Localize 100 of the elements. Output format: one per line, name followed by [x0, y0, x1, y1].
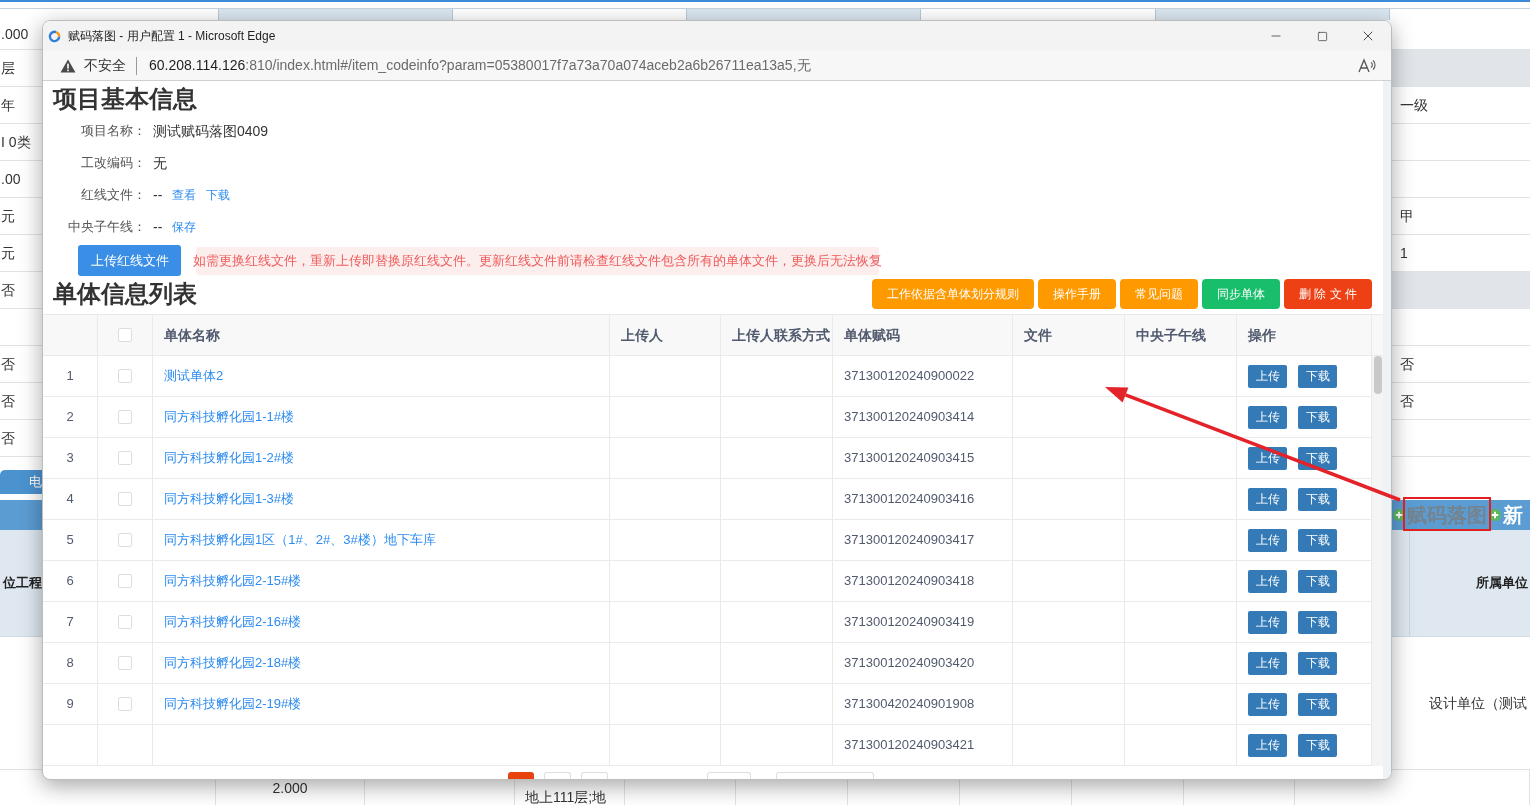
row-action-button[interactable]: 下载 [1298, 733, 1337, 757]
notice-text: 如需更换红线文件，重新上传即替换原红线文件。更新红线文件前请检查红线文件包含所有的单体文件，更换后无法恢复 [193, 251, 882, 270]
cell-text: .00 [1, 169, 21, 189]
cell-text: 否 [1, 354, 15, 374]
page-button[interactable] [581, 772, 608, 779]
tab[interactable]: 电 [0, 470, 42, 494]
cell-text: 设计单位（测试 [1429, 693, 1527, 713]
read-aloud-icon[interactable] [1358, 57, 1376, 74]
window-title: 赋码落图 - 用户配置 1 - Microsoft Edge [68, 28, 276, 45]
column-header: 操作 [1248, 325, 1276, 345]
row-number: 4 [66, 490, 74, 509]
unit-name-link[interactable]: 同方科技孵化园2-15#楼 [164, 571, 302, 591]
row-action-button[interactable]: 下载 [1298, 446, 1337, 470]
row-action-button[interactable]: 上传 [1248, 364, 1287, 388]
row-action-button[interactable]: 下载 [1298, 364, 1337, 388]
unit-name-link[interactable]: 同方科技孵化园1-3#楼 [164, 489, 295, 509]
unit-code: 371300120240903418 [844, 572, 975, 591]
row-action-button[interactable]: 下载 [1298, 405, 1337, 429]
unit-name-link[interactable]: 同方科技孵化园1区（1#、2#、3#楼）地下车库 [164, 530, 436, 550]
toolbar-button[interactable]: 新 [1503, 503, 1523, 527]
cell-text: .000 [1, 25, 29, 44]
row-number: 3 [66, 449, 74, 468]
ring-logo-icon [48, 29, 61, 43]
text-link[interactable]: 下载 [206, 186, 231, 204]
checkbox[interactable] [118, 697, 132, 711]
row-action-button[interactable]: 下载 [1298, 610, 1337, 634]
scrollbar-thumb[interactable] [1373, 356, 1382, 394]
cell-text: I 0类 [1, 132, 31, 152]
row-action-button[interactable]: 上传 [1248, 692, 1287, 716]
checkbox[interactable] [118, 533, 132, 547]
cell-text: 层 [1, 58, 15, 78]
cell-text: 否 [1, 428, 15, 448]
row-action-button[interactable]: 下载 [1298, 487, 1337, 511]
checkbox[interactable] [118, 328, 132, 342]
unit-name-link[interactable]: 同方科技孵化园2-16#楼 [164, 612, 302, 632]
row-number: 2 [66, 408, 74, 427]
cell-text: 1 [1400, 243, 1408, 263]
row-action-button[interactable]: 上传 [1248, 733, 1287, 757]
page-jump-field[interactable] [776, 772, 874, 779]
page-button[interactable] [544, 772, 571, 779]
checkbox[interactable] [118, 410, 132, 424]
row-number: 6 [66, 572, 74, 591]
row-action-button[interactable]: 上传 [1248, 651, 1287, 675]
action-button[interactable]: 同步单体 [1202, 278, 1280, 309]
row-number: 1 [66, 367, 74, 386]
current-page-button[interactable] [508, 772, 534, 779]
row-number: 9 [66, 695, 74, 714]
cell-text: 年 [1, 95, 15, 115]
unit-name-link[interactable]: 同方科技孵化园2-19#楼 [164, 694, 302, 714]
field-label: 红线文件： [81, 186, 146, 205]
warning-icon[interactable] [60, 58, 76, 73]
unit-code: 371300120240903419 [844, 613, 975, 632]
row-number: 5 [66, 531, 74, 550]
column-header: 文件 [1024, 325, 1052, 345]
checkbox[interactable] [118, 369, 132, 383]
checkbox[interactable] [118, 656, 132, 670]
column-header: 上传人 [621, 325, 663, 345]
column-header: 单体名称 [164, 325, 220, 345]
row-action-button[interactable]: 下载 [1298, 528, 1337, 552]
field-label: 工改编码： [81, 154, 146, 173]
text-link[interactable]: 查看 [172, 186, 197, 204]
unit-code: 371300120240900022 [844, 367, 975, 386]
maximize-icon [1316, 30, 1328, 42]
unit-code: 371300120240903414 [844, 408, 975, 427]
row-action-button[interactable]: 上传 [1248, 405, 1287, 429]
field-value: 测试赋码落图0409 [153, 121, 269, 141]
row-action-button[interactable]: 上传 [1248, 569, 1287, 593]
checkbox[interactable] [118, 492, 132, 506]
unit-name-link[interactable]: 同方科技孵化园1-1#楼 [164, 407, 295, 427]
row-action-button[interactable]: 下载 [1298, 692, 1337, 716]
row-action-button[interactable]: 上传 [1248, 528, 1287, 552]
cell-text: 2.000 [272, 780, 308, 796]
column-header: 单体赋码 [844, 325, 900, 345]
row-number: 7 [66, 613, 74, 632]
cell-text: 地上111层;地 [525, 789, 607, 805]
unit-code: 371300420240901908 [844, 695, 975, 714]
unit-code: 371300120240903416 [844, 490, 975, 509]
column-header: 上传人联系方式 [732, 325, 830, 345]
row-action-button[interactable]: 上传 [1248, 610, 1287, 634]
unit-name-link[interactable]: 测试单体2 [164, 366, 224, 386]
unit-name-link[interactable]: 同方科技孵化园2-18#楼 [164, 653, 302, 673]
unit-name-link[interactable]: 同方科技孵化园1-2#楼 [164, 448, 295, 468]
row-action-button[interactable]: 下载 [1298, 651, 1337, 675]
text-link[interactable]: 保存 [172, 218, 197, 236]
row-action-button[interactable]: 下载 [1298, 569, 1337, 593]
unit-code: 371300120240903421 [844, 736, 975, 755]
field-label: 项目名称： [81, 122, 146, 141]
unit-code: 371300120240903415 [844, 449, 975, 468]
cell-text: 元 [1, 206, 15, 226]
section-heading: 项目基本信息 [53, 84, 197, 114]
field-value: 无 [153, 153, 167, 173]
checkbox[interactable] [118, 451, 132, 465]
security-label: 不安全 [84, 56, 126, 75]
page-size-field[interactable] [707, 772, 751, 779]
action-button[interactable]: 删 除 文 件 [1284, 278, 1372, 309]
upload-button[interactable]: 上传红线文件 [78, 245, 181, 276]
checkbox[interactable] [118, 574, 132, 588]
url-text[interactable]: 60.208.114.126:810/index.html#/item_codeinfo?param=05380017f7a73a70a074aceb2a6b26711ea13a5,无 [149, 55, 811, 76]
row-action-button[interactable]: 上传 [1248, 487, 1287, 511]
checkbox[interactable] [118, 615, 132, 629]
